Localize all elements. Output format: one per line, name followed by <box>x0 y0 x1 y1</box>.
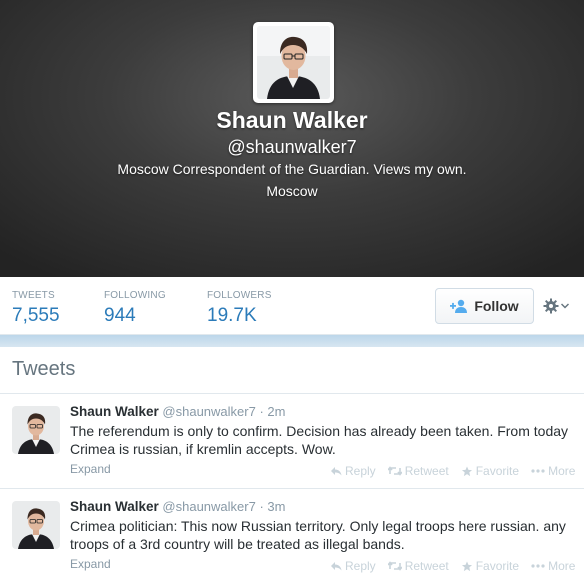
profile-photo <box>257 26 330 99</box>
expand-link[interactable]: Expand <box>70 462 111 476</box>
tweet-header: Shaun Walker @shaunwalker7 · 2m <box>70 404 285 419</box>
tweet-handle[interactable]: @shaunwalker7 <box>162 404 255 419</box>
retweet-action[interactable]: Retweet <box>387 464 449 478</box>
profile-location: Moscow <box>266 183 318 199</box>
stat-label: FOLLOWING <box>104 290 166 301</box>
tweet-author[interactable]: Shaun Walker <box>70 404 159 419</box>
more-action[interactable]: More <box>531 559 575 573</box>
avatar[interactable] <box>12 501 60 549</box>
tweet-item[interactable]: Shaun Walker @shaunwalker7 · 3m Crimea p… <box>0 488 584 582</box>
expand-link[interactable]: Expand <box>70 557 111 571</box>
follow-button-label: Follow <box>474 298 519 314</box>
section-divider <box>0 335 584 347</box>
reply-label: Reply <box>345 464 376 478</box>
tweets-heading: Tweets <box>12 358 76 380</box>
tweet-timestamp[interactable]: 2m <box>267 404 285 419</box>
profile-avatar[interactable] <box>253 22 334 103</box>
avatar[interactable] <box>12 406 60 454</box>
retweet-icon <box>387 466 402 476</box>
star-icon <box>461 560 472 571</box>
tweet-item[interactable]: Shaun Walker @shaunwalker7 · 2m The refe… <box>0 394 584 488</box>
retweet-icon <box>387 561 402 571</box>
tweet-text: Crimea politician: This now Russian terr… <box>70 518 566 552</box>
stat-tweets[interactable]: TWEETS 7,555 <box>12 290 60 327</box>
stat-followers[interactable]: FOLLOWERS 19.7K <box>207 290 272 327</box>
tweet-actions: Reply Retweet Favorite More <box>330 559 575 573</box>
reply-icon <box>331 562 342 571</box>
settings-menu-button[interactable] <box>543 294 575 318</box>
tweet-handle[interactable]: @shaunwalker7 <box>162 499 255 514</box>
tweet-separator: · <box>259 499 264 514</box>
reply-action[interactable]: Reply <box>330 559 376 573</box>
stat-value: 7,555 <box>12 305 60 326</box>
stat-value: 19.7K <box>207 305 257 326</box>
more-action[interactable]: More <box>531 464 575 478</box>
profile-name: Shaun Walker <box>216 107 368 133</box>
reply-icon <box>331 467 342 476</box>
tweet-actions: Reply Retweet Favorite More <box>330 464 575 478</box>
stat-label: TWEETS <box>12 290 55 301</box>
favorite-action[interactable]: Favorite <box>461 559 519 573</box>
favorite-label: Favorite <box>475 559 520 573</box>
more-dots-icon <box>531 469 545 473</box>
tweet-header: Shaun Walker @shaunwalker7 · 3m <box>70 499 285 514</box>
more-label: More <box>548 464 576 478</box>
reply-label: Reply <box>345 559 376 573</box>
more-label: More <box>548 559 576 573</box>
tweet-avatar-photo <box>12 501 60 549</box>
favorite-action[interactable]: Favorite <box>461 464 519 478</box>
tweet-timestamp[interactable]: 3m <box>267 499 285 514</box>
tweet-separator: · <box>259 404 264 419</box>
reply-action[interactable]: Reply <box>330 464 376 478</box>
profile-bio: Moscow Correspondent of the Guardian. Vi… <box>117 161 467 177</box>
tweet-author[interactable]: Shaun Walker <box>70 499 159 514</box>
gear-icon <box>543 298 559 314</box>
follow-button[interactable]: Follow <box>435 288 534 324</box>
add-user-icon <box>450 299 468 313</box>
stat-label: FOLLOWERS <box>207 290 272 301</box>
star-icon <box>461 465 472 476</box>
profile-header: Shaun Walker @shaunwalker7 Moscow Corres… <box>0 0 584 277</box>
profile-handle: @shaunwalker7 <box>227 137 357 157</box>
favorite-label: Favorite <box>475 464 520 478</box>
tweet-text: The referendum is only to confirm. Decis… <box>70 423 569 457</box>
chevron-down-icon <box>561 303 569 309</box>
tweet-avatar-photo <box>12 406 60 454</box>
retweet-label: Retweet <box>404 559 449 573</box>
stat-value: 944 <box>104 305 136 326</box>
retweet-label: Retweet <box>404 464 449 478</box>
stat-following[interactable]: FOLLOWING 944 <box>104 290 166 327</box>
retweet-action[interactable]: Retweet <box>387 559 449 573</box>
more-dots-icon <box>531 564 545 568</box>
